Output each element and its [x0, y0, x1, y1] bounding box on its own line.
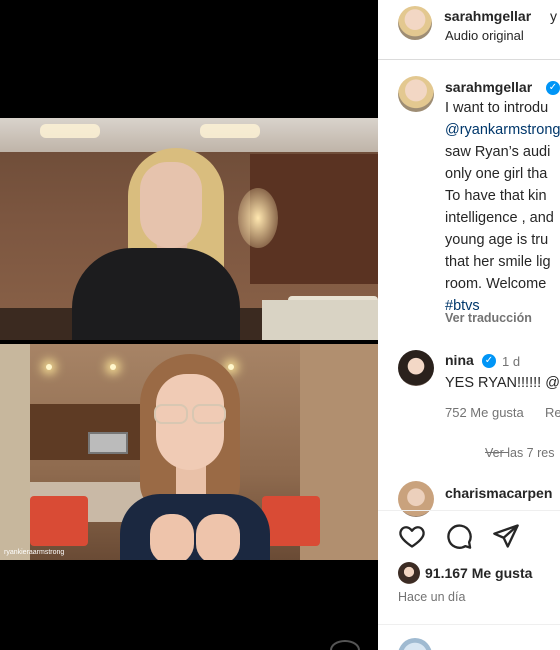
mention-link[interactable]: @ryankarmstrong [445, 120, 560, 140]
translate-link[interactable]: Ver traducción [445, 311, 532, 325]
heart-icon[interactable] [398, 522, 428, 552]
caption-username[interactable]: sarahmgellar [445, 79, 532, 95]
caption-avatar[interactable] [398, 76, 434, 112]
caption-line: room. Welcome [445, 276, 547, 292]
user-avatar [398, 638, 432, 650]
commenter-username[interactable]: charismacarpen [445, 485, 552, 501]
verified-icon: ✓ [546, 81, 560, 95]
audio-label[interactable]: Audio original [445, 28, 524, 43]
liker-avatar[interactable] [398, 562, 420, 584]
author-avatar[interactable] [398, 6, 432, 40]
verified-icon: ✓ [482, 354, 496, 368]
caption-line: saw Ryan’s audi [445, 144, 551, 160]
caption-line: I want to introdu [445, 100, 549, 116]
view-replies-button[interactable]: Ver las 7 res [485, 446, 554, 460]
commenter-avatar[interactable] [398, 350, 434, 386]
share-icon[interactable] [492, 522, 522, 552]
comment-likes[interactable]: 752 Me gusta [445, 405, 524, 420]
comment-text: YES RYAN!!!!!! @ [445, 375, 560, 391]
commenter-username[interactable]: nina [445, 352, 474, 368]
caption-line: young age is tru [445, 232, 549, 248]
post-side-panel: sarahmgellar y Audio original sarahmgell… [378, 0, 560, 650]
video-feed-bottom [0, 344, 378, 560]
bottom-divider [378, 624, 560, 625]
reply-button[interactable]: Re [545, 405, 560, 420]
caption-line: only one girl tha [445, 166, 548, 182]
post-header: sarahmgellar y Audio original [378, 0, 560, 60]
actions-divider [378, 510, 560, 511]
likes-count[interactable]: 91.167 Me gusta [425, 565, 532, 581]
comment-icon[interactable] [445, 522, 475, 552]
commenter-avatar[interactable] [398, 481, 434, 517]
loading-indicator [330, 640, 360, 650]
caption-line: To have that kin [445, 188, 547, 204]
participant-name-label: ryankieraarmstrong [4, 549, 65, 556]
post-timestamp[interactable]: Hace un día [398, 590, 465, 604]
caption-line: intelligence , and [445, 210, 554, 226]
caption-line: that her smile lig [445, 254, 551, 270]
video-player[interactable]: ryankieraarmstrong [0, 0, 378, 650]
header-suffix: y [550, 8, 557, 24]
comment-age[interactable]: 1 d [502, 354, 520, 369]
author-username[interactable]: sarahmgellar [444, 8, 531, 24]
